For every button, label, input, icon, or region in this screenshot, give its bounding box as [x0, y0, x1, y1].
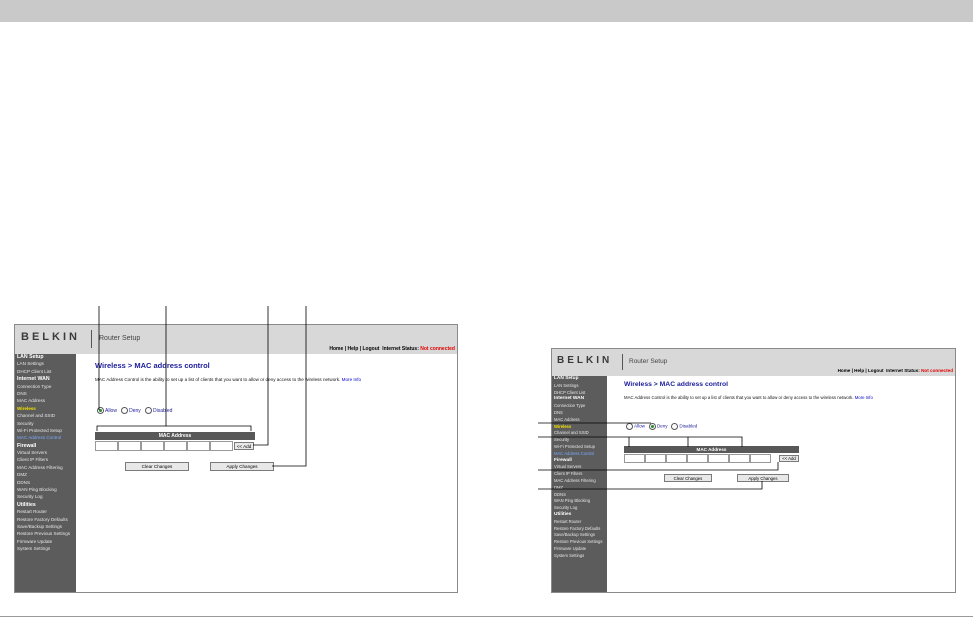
callout-line [253, 306, 269, 446]
callout-line [538, 436, 689, 447]
callout-lines [96, 306, 779, 490]
callout-line [96, 306, 167, 431]
callout-line [538, 462, 779, 471]
callout-line [272, 306, 307, 467]
callout-line [688, 436, 743, 447]
callout-line [166, 425, 252, 431]
callout-line [538, 481, 763, 490]
bottom-rule [0, 616, 973, 617]
